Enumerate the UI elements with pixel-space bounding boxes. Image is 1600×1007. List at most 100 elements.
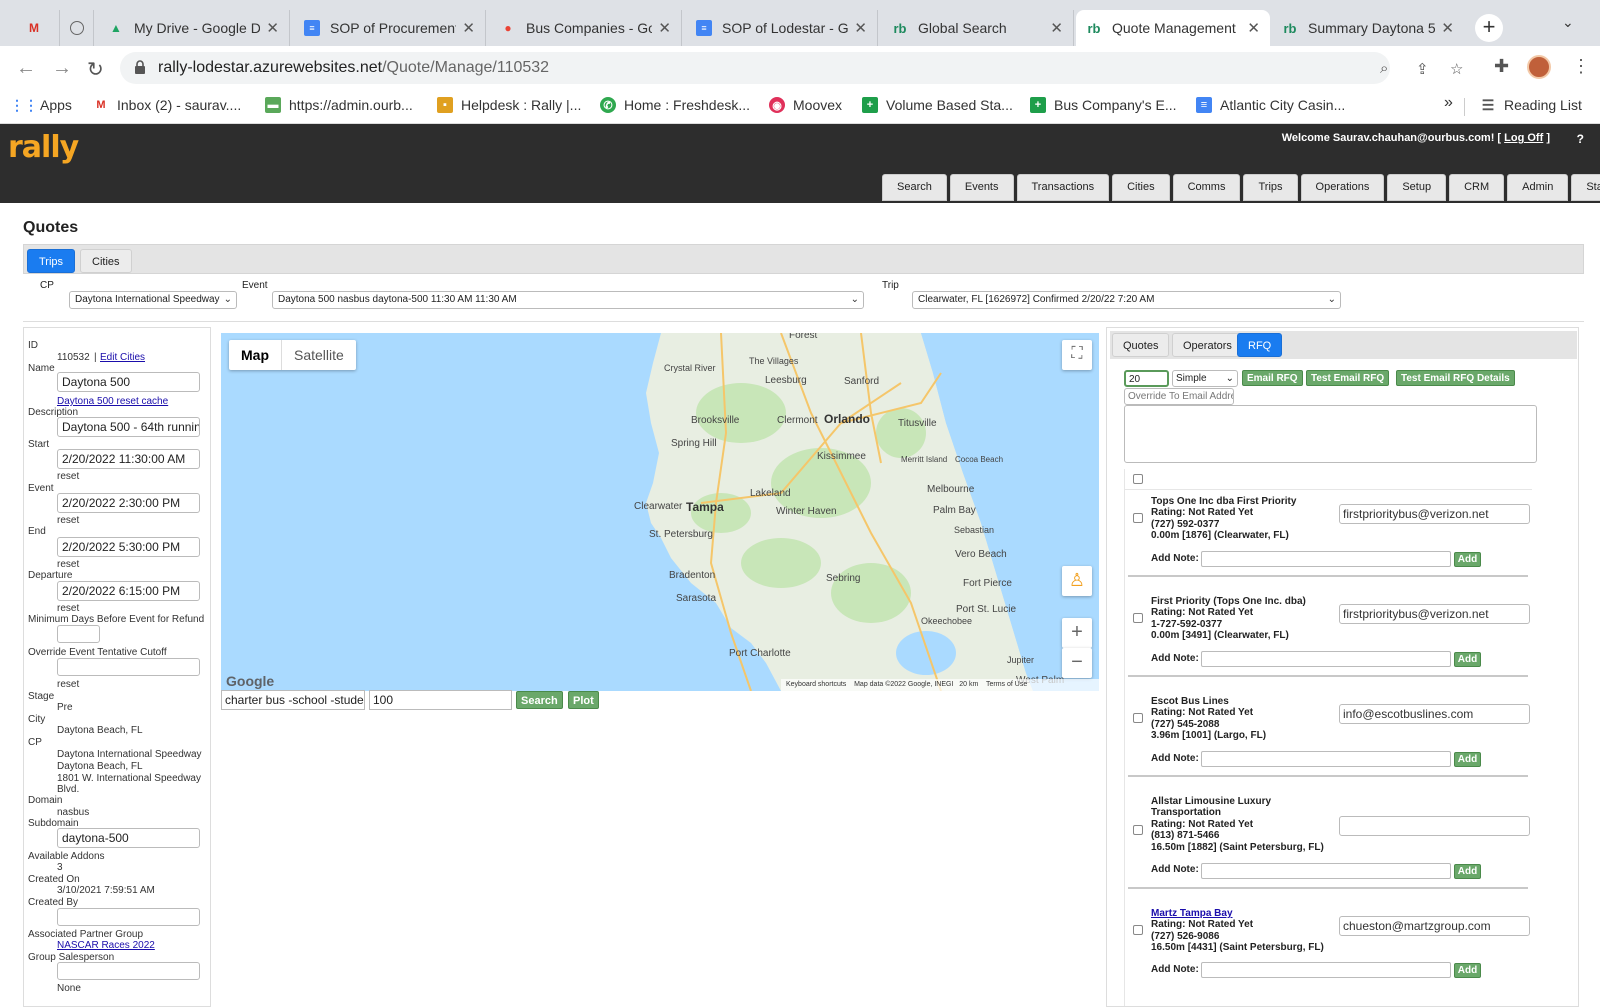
created-by-field[interactable] — [57, 908, 200, 926]
operator-checkbox[interactable] — [1133, 825, 1143, 835]
tab-search-chevron-icon[interactable]: ⌄ — [1562, 14, 1574, 31]
zoom-in-button[interactable]: + — [1062, 618, 1092, 648]
bookmark-atlantic-city[interactable]: ≡ Atlantic City Casin... — [1196, 97, 1345, 113]
close-icon[interactable]: ✕ — [1050, 19, 1063, 37]
zoom-out-button[interactable]: − — [1062, 648, 1092, 678]
tab-cities[interactable]: Cities — [80, 249, 132, 273]
nav-search[interactable]: Search — [882, 174, 947, 201]
operator-email-field[interactable]: chueston@martzgroup.com — [1339, 916, 1530, 936]
close-icon[interactable]: ✕ — [266, 19, 279, 37]
nav-events[interactable]: Events — [949, 174, 1014, 201]
nav-cities[interactable]: Cities — [1112, 174, 1170, 201]
operator-name-link[interactable]: Martz Tampa Bay — [1151, 908, 1233, 920]
email-rfq-button[interactable]: Email RFQ — [1242, 370, 1303, 386]
trip-select[interactable]: Clearwater, FL [1626972] Confirmed 2/20/… — [912, 291, 1341, 309]
description-field[interactable]: Daytona 500 - 64th running — [57, 417, 200, 437]
reset-cache-link[interactable]: Daytona 500 reset cache — [57, 396, 168, 407]
close-icon[interactable]: ✕ — [462, 19, 475, 37]
add-note-button[interactable]: Add — [1454, 552, 1481, 567]
nav-setup[interactable]: Setup — [1387, 174, 1447, 201]
add-note-input[interactable] — [1201, 863, 1451, 879]
add-note-input[interactable] — [1201, 651, 1451, 667]
bookmark-volume-based[interactable]: + Volume Based Sta... — [862, 97, 1013, 113]
subdomain-field[interactable]: daytona-500 — [57, 828, 200, 848]
bookmark-freshdesk[interactable]: ✆ Home : Freshdesk... — [600, 97, 750, 113]
url-bar[interactable]: rally-lodestar.azurewebsites.net/Quote/M… — [120, 52, 1463, 84]
terms-link[interactable]: Terms of Use — [986, 681, 1027, 688]
rfq-mode-select[interactable]: Simple ⌄ — [1172, 370, 1238, 387]
browser-tab-sop-lodestar[interactable]: ≡ SOP of Lodestar - Google Docs ✕ — [686, 10, 878, 46]
close-icon[interactable]: ✕ — [1441, 19, 1454, 37]
departure-reset-link[interactable]: reset — [57, 603, 79, 614]
departure-field[interactable]: 2/20/2022 6:15:00 PM — [57, 581, 200, 601]
operator-checkbox[interactable] — [1133, 925, 1143, 935]
browser-tab-quote-management[interactable]: rb Quote Management ✕ — [1076, 10, 1270, 46]
zoom-icon[interactable]: ⌕ — [1380, 60, 1388, 77]
tab-quotes[interactable]: Quotes — [1112, 333, 1170, 357]
map-radius-input[interactable]: 100 — [369, 690, 512, 710]
add-note-input[interactable] — [1201, 751, 1451, 767]
keyboard-shortcuts-link[interactable]: Keyboard shortcuts — [786, 681, 846, 688]
bookmark-apps[interactable]: ⋮⋮ Apps — [10, 97, 72, 114]
map-plot-button[interactable]: Plot — [568, 691, 599, 709]
tab-trips[interactable]: Trips — [27, 249, 76, 273]
close-icon[interactable]: ✕ — [658, 19, 671, 37]
operator-email-field[interactable]: firstprioritybus@verizon.net — [1339, 604, 1530, 624]
operator-email-field[interactable]: firstprioritybus@verizon.net — [1339, 504, 1530, 524]
extensions-puzzle-icon[interactable]: ✚ — [1494, 56, 1509, 77]
operator-checkbox[interactable] — [1133, 613, 1143, 623]
bookmark-bus-company[interactable]: + Bus Company's E... — [1030, 97, 1177, 113]
salesperson-field[interactable] — [57, 962, 200, 980]
add-note-input[interactable] — [1201, 962, 1451, 978]
nav-trips[interactable]: Trips — [1243, 174, 1298, 201]
more-bookmarks-button[interactable]: » — [1444, 94, 1453, 112]
event-select[interactable]: Daytona 500 nasbus daytona-500 11:30 AM … — [272, 291, 864, 309]
fullscreen-icon[interactable]: ⛶ — [1062, 340, 1092, 370]
rfq-count-input[interactable]: 20 — [1124, 370, 1169, 387]
operator-checkbox[interactable] — [1133, 713, 1143, 723]
pegman-icon[interactable]: ♙ — [1062, 566, 1092, 596]
nav-operations[interactable]: Operations — [1300, 174, 1385, 201]
nav-stats[interactable]: Stats — [1571, 174, 1600, 201]
star-icon[interactable]: ☆ — [1450, 60, 1463, 78]
nav-comms[interactable]: Comms — [1172, 174, 1241, 201]
tab-rfq[interactable]: RFQ — [1237, 333, 1283, 357]
name-field[interactable]: Daytona 500 — [57, 372, 200, 392]
google-map[interactable]: Map Satellite ⛶ ♙ + − Orlando Tampa Sanf… — [221, 333, 1099, 691]
partner-group-link[interactable]: NASCAR Races 2022 — [57, 940, 155, 951]
nav-transactions[interactable]: Transactions — [1016, 174, 1110, 201]
nav-crm[interactable]: CRM — [1449, 174, 1505, 201]
add-note-button[interactable]: Add — [1454, 652, 1481, 667]
event-reset-link[interactable]: reset — [57, 515, 79, 526]
close-icon[interactable]: ✕ — [1247, 19, 1260, 37]
browser-tab-global-search[interactable]: rb Global Search ✕ — [882, 10, 1074, 46]
add-note-input[interactable] — [1201, 551, 1451, 567]
back-arrow-icon[interactable]: ← — [16, 57, 36, 80]
start-reset-link[interactable]: reset — [57, 471, 79, 482]
add-note-button[interactable]: Add — [1454, 963, 1481, 978]
browser-tab-gmail[interactable]: M — [16, 10, 60, 46]
override-email-input[interactable]: Override To Email Address — [1124, 388, 1234, 405]
logoff-link[interactable]: Log Off — [1504, 132, 1543, 144]
bookmark-moovex[interactable]: ◉ Moovex — [769, 97, 842, 113]
close-icon[interactable]: ✕ — [854, 19, 867, 37]
cp-select[interactable]: Daytona International Speedway ⌄ — [69, 291, 237, 309]
browser-tab-globe[interactable] — [60, 10, 94, 46]
browser-tab-sop-procurement[interactable]: ≡ SOP of Procurement ✕ — [294, 10, 486, 46]
select-all-checkbox[interactable] — [1133, 474, 1143, 484]
reload-icon[interactable]: ↻ — [87, 57, 104, 82]
new-tab-button[interactable]: + — [1475, 14, 1503, 42]
map-type-satellite-button[interactable]: Satellite — [282, 340, 356, 370]
min-days-field[interactable] — [57, 625, 100, 643]
bookmark-helpdesk[interactable]: ▪ Helpdesk : Rally |... — [437, 97, 581, 113]
browser-tab-summary-daytona[interactable]: rb Summary Daytona 500 ✕ — [1272, 10, 1464, 46]
help-link[interactable]: ? — [1577, 132, 1584, 146]
more-vert-icon[interactable]: ⋮ — [1572, 56, 1590, 77]
map-type-map-button[interactable]: Map — [229, 340, 282, 370]
end-field[interactable]: 2/20/2022 5:30:00 PM — [57, 537, 200, 557]
add-note-button[interactable]: Add — [1454, 752, 1481, 767]
start-field[interactable]: 2/20/2022 11:30:00 AM — [57, 449, 200, 469]
share-icon[interactable]: ⇪ — [1416, 60, 1429, 78]
tab-operators[interactable]: Operators — [1172, 333, 1243, 357]
override-reset-link[interactable]: reset — [57, 679, 79, 690]
